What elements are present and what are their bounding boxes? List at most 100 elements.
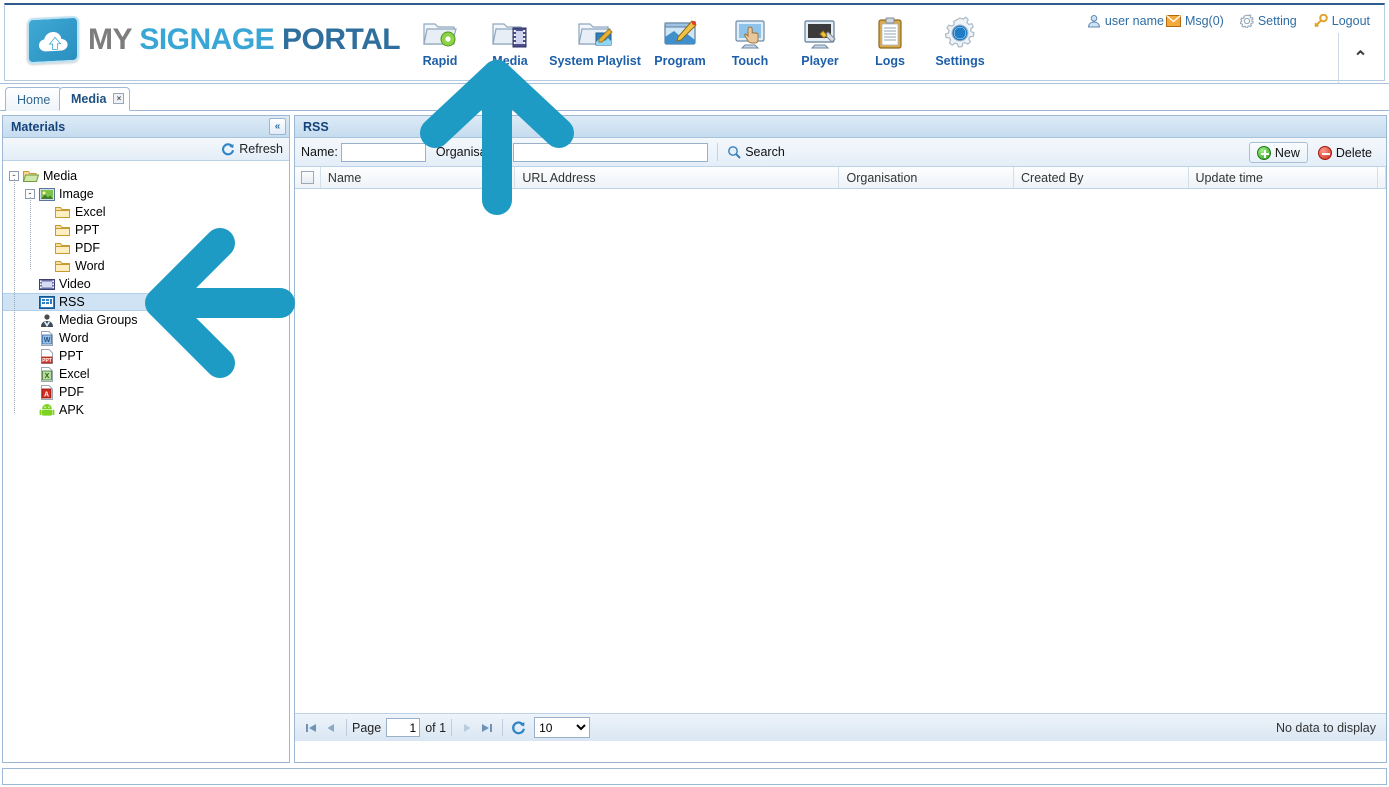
word-file-icon: W — [39, 330, 55, 346]
organisation-search-input[interactable] — [513, 142, 709, 162]
tab-home[interactable]: Home — [5, 87, 63, 111]
tree-node-video[interactable]: Video — [9, 275, 289, 293]
tree-node-label: RSS — [59, 294, 85, 309]
delete-button[interactable]: Delete — [1310, 142, 1380, 163]
page-number-input[interactable] — [386, 718, 421, 737]
nav-item-player[interactable]: Player — [785, 11, 855, 68]
page-size-select[interactable]: 102050100 — [534, 717, 591, 738]
mail-icon — [1165, 15, 1181, 27]
column-header-name[interactable]: Name — [321, 167, 516, 188]
brand-logo[interactable]: MY SIGNAGE PORTAL — [27, 15, 401, 65]
media-groups-icon — [39, 313, 55, 328]
materials-panel-title: Materials « — [3, 116, 289, 138]
tree-guide-line — [14, 179, 15, 413]
tree-node-word[interactable]: Word — [9, 257, 289, 275]
delete-label: Delete — [1335, 145, 1372, 160]
pager-refresh-button[interactable] — [508, 718, 528, 738]
search-button[interactable]: Search — [727, 145, 785, 159]
materials-collapse-button[interactable]: « — [269, 118, 286, 135]
minus-circle-icon — [1317, 145, 1332, 160]
header-inner: MY SIGNAGE PORTAL Rapid Media System Pla… — [4, 3, 1385, 83]
program-icon — [661, 15, 699, 51]
tree-node-label: Excel — [75, 204, 106, 219]
user-bar: user name Msg(0) Setting Logout — [1071, 14, 1370, 28]
new-label: New — [1274, 145, 1300, 160]
tab-bar: Home Media × — [0, 84, 1389, 111]
rss-title-label: RSS — [303, 119, 329, 134]
pager-separator-1 — [346, 719, 347, 736]
tree-node-pdf[interactable]: PDF — [9, 239, 289, 257]
nav-item-rapid[interactable]: Rapid — [405, 11, 475, 68]
pager-separator-3 — [502, 719, 504, 736]
logout-group[interactable]: Logout — [1313, 14, 1370, 28]
msg-group[interactable]: Msg(0) — [1165, 14, 1224, 28]
name-search-input[interactable] — [340, 142, 426, 162]
organisation-field-label: Organisation: — [435, 145, 511, 159]
main-nav: Rapid Media System Playlist Program Touc… — [405, 11, 995, 68]
folder-icon — [55, 259, 71, 274]
tree-node-media-groups[interactable]: Media Groups — [9, 311, 289, 329]
setting-group[interactable]: Setting — [1239, 14, 1297, 28]
rss-search-bar: Name: Organisation: Search New Delete — [295, 138, 1386, 167]
tab-media[interactable]: Media × — [59, 87, 131, 111]
nav-label-media: Media — [492, 54, 528, 68]
next-page-icon — [464, 723, 471, 732]
tree-node-label: PPT — [59, 348, 84, 363]
tree-node-image[interactable]: - Image — [9, 185, 289, 203]
prev-page-icon — [327, 723, 334, 732]
new-button[interactable]: New — [1248, 142, 1308, 163]
player-icon — [801, 15, 839, 51]
tree-node-ppt[interactable]: PPT — [9, 221, 289, 239]
user-name-group[interactable]: user name — [1087, 14, 1164, 28]
tree-node-label: Word — [59, 330, 89, 345]
nav-item-settings[interactable]: Settings — [925, 11, 995, 68]
nav-item-program[interactable]: Program — [645, 11, 715, 68]
svg-text:W: W — [44, 337, 51, 344]
nav-label-rapid: Rapid — [422, 54, 458, 68]
nav-label-system-playlist: System Playlist — [549, 54, 641, 68]
refresh-icon — [222, 143, 235, 156]
tree-node-rss[interactable]: RSS — [3, 293, 289, 311]
chevron-double-left-icon: « — [274, 121, 281, 132]
tree-node-apk[interactable]: APK — [9, 401, 289, 419]
refresh-button[interactable]: Refresh — [221, 142, 283, 156]
select-all-header-cell — [295, 167, 321, 188]
search-separator — [717, 143, 719, 161]
next-page-button[interactable] — [457, 718, 477, 738]
first-page-button[interactable] — [301, 718, 321, 738]
header-collapse-button[interactable]: ⌃ — [1338, 33, 1382, 83]
last-page-button[interactable] — [477, 718, 497, 738]
folder-media-icon — [491, 15, 529, 51]
column-header-url-address[interactable]: URL Address — [515, 167, 840, 188]
tree-node-excel[interactable]: Excel — [9, 203, 289, 221]
page-of-label: of 1 — [425, 720, 447, 735]
tree-node-excel[interactable]: X Excel — [9, 365, 289, 383]
tree-node-ppt[interactable]: PPT PPT — [9, 347, 289, 365]
image-icon — [39, 187, 55, 202]
brand-my: MY — [88, 23, 132, 56]
column-header-organisation[interactable]: Organisation — [839, 167, 1014, 188]
rss-grid-header: Name URL Address Organisation Created By… — [295, 167, 1386, 189]
column-header-update-time[interactable]: Update time — [1189, 167, 1378, 188]
rss-panel: RSS Name: Organisation: Search New Delet… — [294, 115, 1387, 763]
materials-title-label: Materials — [11, 119, 66, 134]
app-header: MY SIGNAGE PORTAL Rapid Media System Pla… — [0, 0, 1389, 84]
tree-node-word[interactable]: W Word — [9, 329, 289, 347]
user-name-label: user name — [1104, 14, 1164, 28]
folder-icon — [55, 205, 71, 220]
nav-item-touch[interactable]: Touch — [715, 11, 785, 68]
svg-text:PPT: PPT — [42, 358, 52, 364]
nav-item-media[interactable]: Media — [475, 11, 545, 68]
nav-item-logs[interactable]: Logs — [855, 11, 925, 68]
name-field-label: Name: — [301, 145, 338, 159]
brand-portal: PORTAL — [282, 23, 401, 56]
user-icon — [1087, 15, 1100, 28]
tree-node-media[interactable]: - Media — [9, 167, 289, 185]
prev-page-button[interactable] — [321, 718, 341, 738]
nav-item-system-playlist[interactable]: System Playlist — [545, 11, 645, 68]
select-all-checkbox[interactable] — [300, 171, 314, 184]
column-header-created-by[interactable]: Created By — [1014, 167, 1189, 188]
tab-media-close-icon[interactable]: × — [113, 93, 125, 104]
folder-playlist-icon — [576, 15, 614, 51]
tree-node-pdf[interactable]: A PDF — [9, 383, 289, 401]
